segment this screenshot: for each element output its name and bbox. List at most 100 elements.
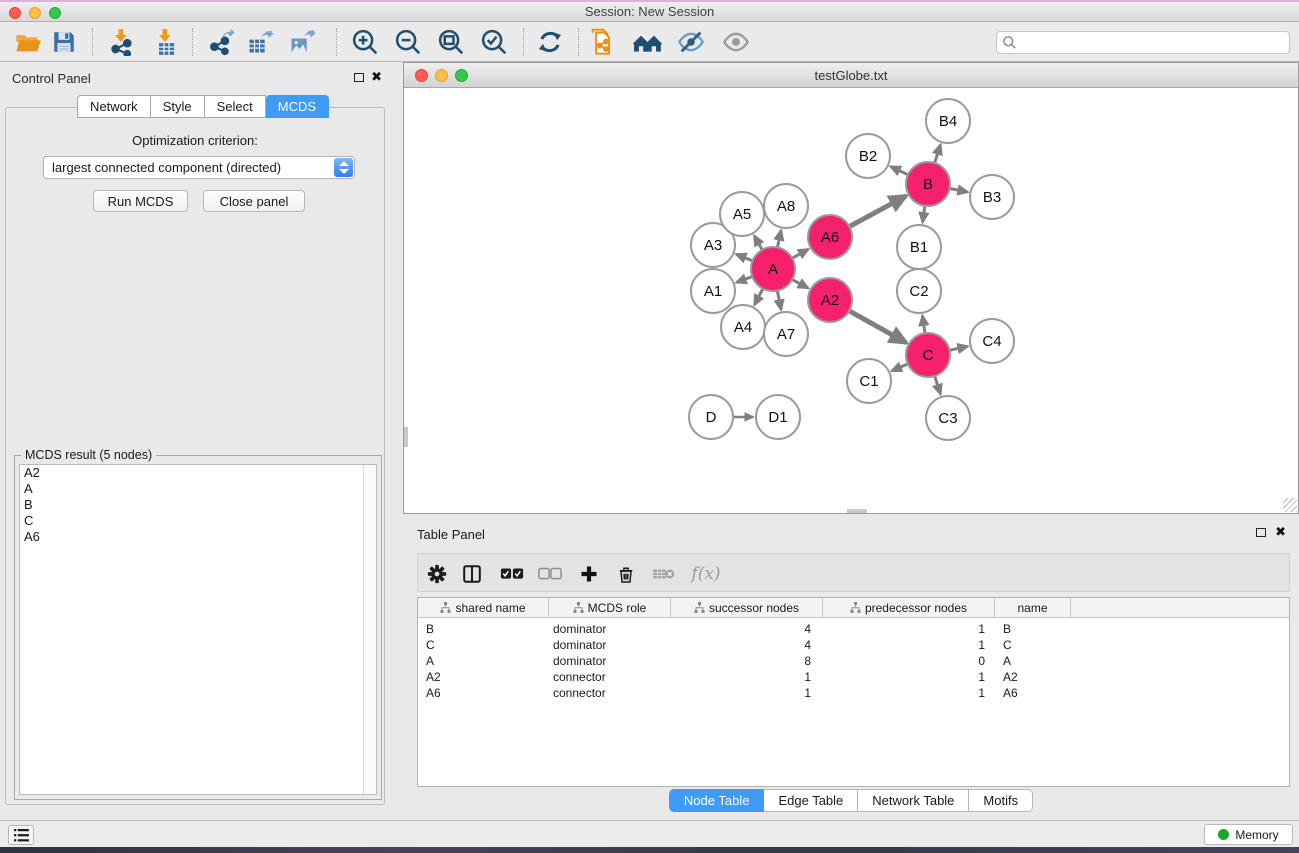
table-settings-button[interactable] [424,561,450,587]
save-session-button[interactable] [46,25,82,59]
column-header-mcds-role[interactable]: MCDS role [549,598,671,617]
delete-columns-button[interactable] [613,561,639,587]
table-cell[interactable]: 1 [823,637,995,653]
table-cell[interactable]: dominator [549,637,671,653]
tab-edge-table[interactable]: Edge Table [764,789,858,812]
graph-node-B2[interactable]: B2 [846,134,890,178]
graph-node-B1[interactable]: B1 [897,225,941,269]
graph-node-A5[interactable]: A5 [720,192,764,236]
zoom-in-button[interactable] [347,25,383,59]
table-cell[interactable]: dominator [549,653,671,669]
graph-node-A2[interactable]: A2 [808,278,852,322]
table-cell[interactable]: 4 [671,621,823,637]
table-cell[interactable]: B [995,621,1071,637]
delete-table-button[interactable] [651,561,677,587]
close-table-panel-icon[interactable]: ✖ [1275,525,1286,539]
search-input[interactable] [996,31,1290,54]
table-cell[interactable]: 1 [823,621,995,637]
tab-network-table[interactable]: Network Table [858,789,969,812]
table-cell[interactable]: 1 [823,685,995,701]
graph-node-A1[interactable]: A1 [691,269,735,313]
table-row[interactable]: Bdominator41B [418,621,1289,637]
graph-node-A4[interactable]: A4 [721,305,765,349]
result-item-b[interactable]: B [20,497,376,513]
result-item-a6[interactable]: A6 [20,529,376,545]
graph-node-D1[interactable]: D1 [756,395,800,439]
graph-node-A[interactable]: A [751,247,795,291]
tab-node-table[interactable]: Node Table [669,789,765,812]
import-table-button[interactable] [148,25,184,59]
result-item-a[interactable]: A [20,481,376,497]
table-cell[interactable]: dominator [549,621,671,637]
table-cell[interactable]: A2 [418,669,549,685]
edge-C-C4[interactable] [949,346,967,350]
column-header-successor-nodes[interactable]: successor nodes [671,598,823,617]
close-panel-icon[interactable]: ✖ [371,70,382,84]
table-cell[interactable]: 4 [671,637,823,653]
edge-A-A1[interactable] [736,277,752,283]
add-column-button[interactable] [576,561,602,587]
tab-mcds[interactable]: MCDS [266,95,329,118]
deselect-all-rows-button[interactable] [537,561,563,587]
clone-network-button[interactable] [584,25,620,59]
canvas-bottom-scroll-mark[interactable] [847,509,867,513]
reset-layout-button[interactable] [630,25,666,59]
graph-node-B[interactable]: B [906,162,950,206]
show-graphics-button[interactable] [718,25,754,59]
split-columns-button[interactable] [459,561,485,587]
edge-B-B2[interactable] [891,167,908,175]
result-item-a2[interactable]: A2 [20,465,376,481]
import-network-button[interactable] [104,25,140,59]
table-cell[interactable]: A6 [418,685,549,701]
edge-B-B1[interactable] [923,206,925,222]
table-cell[interactable]: A [995,653,1071,669]
graph-node-A7[interactable]: A7 [764,312,808,356]
table-row[interactable]: Adominator80A [418,653,1289,669]
table-cell[interactable]: 0 [823,653,995,669]
edge-C-C1[interactable] [892,364,908,371]
edge-A-A6[interactable] [792,249,808,258]
graph-node-D[interactable]: D [689,395,733,439]
float-table-panel-icon[interactable] [1256,528,1266,537]
zoom-window-button[interactable] [49,7,61,19]
table-row[interactable]: Cdominator41C [418,637,1289,653]
network-canvas[interactable]: AA1A2A3A4A5A6A7A8BB1B2B3B4CC1C2C3C4DD1 [404,88,1298,513]
zoom-fit-button[interactable] [433,25,469,59]
select-all-rows-button[interactable] [499,561,525,587]
hide-graphics-button[interactable] [673,25,709,59]
table-cell[interactable]: connector [549,685,671,701]
run-mcds-button[interactable]: Run MCDS [93,190,188,212]
zoom-selected-button[interactable] [476,25,512,59]
table-cell[interactable]: A6 [995,685,1071,701]
edge-A-A7[interactable] [777,291,781,310]
edge-A-A3[interactable] [736,254,752,261]
window-resize-grip[interactable] [1283,498,1297,512]
edge-C-C2[interactable] [922,316,924,333]
table-cell[interactable]: connector [549,669,671,685]
network-window-titlebar[interactable]: testGlobe.txt [404,63,1298,88]
export-network-button[interactable] [204,25,240,59]
column-header-name[interactable]: name [995,598,1071,617]
column-header-shared-name[interactable]: shared name [418,598,549,617]
float-panel-icon[interactable] [354,73,364,82]
edge-A-A5[interactable] [754,236,762,250]
edge-A-A8[interactable] [777,230,781,247]
graph-node-B4[interactable]: B4 [926,99,970,143]
table-cell[interactable]: 1 [671,669,823,685]
tab-motifs[interactable]: Motifs [969,789,1033,812]
edge-C-C3[interactable] [935,376,941,394]
close-window-button[interactable] [9,7,21,19]
zoom-out-button[interactable] [390,25,426,59]
task-history-button[interactable] [8,825,34,845]
network-minimize-button[interactable] [435,69,448,82]
function-builder-button[interactable]: f(x) [686,561,726,587]
graph-node-C1[interactable]: C1 [847,359,891,403]
graph-node-C3[interactable]: C3 [926,396,970,440]
graph-node-A8[interactable]: A8 [764,184,808,228]
table-cell[interactable]: C [418,637,549,653]
node-table[interactable]: shared nameMCDS rolesuccessor nodesprede… [417,597,1290,787]
edge-A2-C[interactable] [849,311,906,343]
export-image-button[interactable] [284,25,320,59]
table-cell[interactable]: B [418,621,549,637]
tab-network[interactable]: Network [77,95,151,118]
